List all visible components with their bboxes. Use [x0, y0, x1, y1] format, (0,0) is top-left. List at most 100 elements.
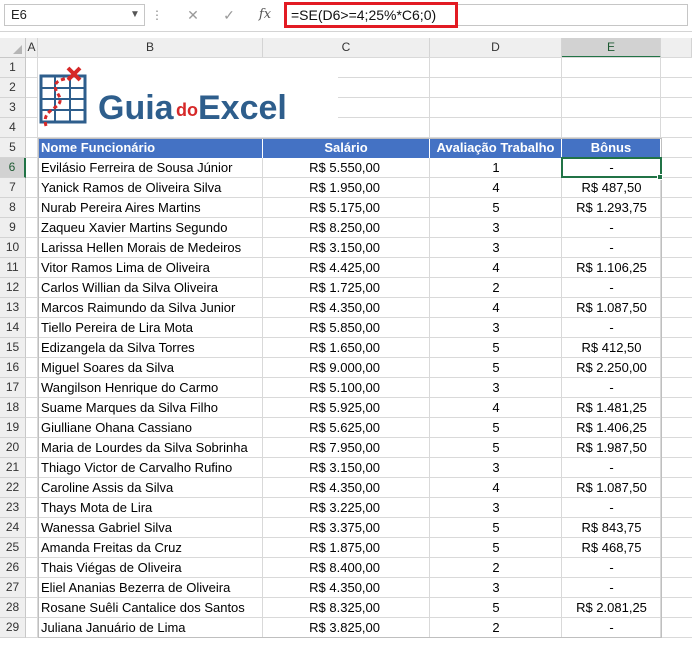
table-cell[interactable]: R$ 4.425,00 — [263, 258, 430, 277]
row-header-18[interactable]: 18 — [0, 398, 26, 418]
selected-cell-e6[interactable] — [561, 157, 662, 178]
table-cell[interactable]: 5 — [430, 518, 562, 537]
row-header-10[interactable]: 10 — [0, 238, 26, 258]
formula-input[interactable]: =SE(D6>=4;25%*C6;0) — [284, 2, 458, 28]
close-icon[interactable]: ✕ — [182, 5, 204, 25]
table-cell[interactable]: Thais Viégas de Oliveira — [38, 558, 263, 577]
column-header-b[interactable]: B — [38, 38, 263, 58]
table-cell[interactable]: Vitor Ramos Lima de Oliveira — [38, 258, 263, 277]
row-header-11[interactable]: 11 — [0, 258, 26, 278]
table-cell[interactable]: R$ 5.175,00 — [263, 198, 430, 217]
table-cell[interactable]: R$ 9.000,00 — [263, 358, 430, 377]
table-cell[interactable]: Evilásio Ferreira de Sousa Júnior — [38, 158, 263, 177]
name-box[interactable]: E6 — [4, 4, 145, 26]
table-cell[interactable]: Amanda Freitas da Cruz — [38, 538, 263, 557]
table-cell[interactable]: - — [562, 278, 661, 297]
table-cell[interactable]: 5 — [430, 598, 562, 617]
table-cell[interactable]: R$ 4.350,00 — [263, 478, 430, 497]
table-cell[interactable]: - — [562, 578, 661, 597]
table-cell[interactable]: Thiago Victor de Carvalho Rufino — [38, 458, 263, 477]
table-cell[interactable]: R$ 1.950,00 — [263, 178, 430, 197]
row-header-29[interactable]: 29 — [0, 618, 26, 638]
table-cell[interactable]: Larissa Hellen Morais de Medeiros — [38, 238, 263, 257]
table-cell[interactable]: R$ 8.400,00 — [263, 558, 430, 577]
row-header-27[interactable]: 27 — [0, 578, 26, 598]
table-cell[interactable]: R$ 8.325,00 — [263, 598, 430, 617]
table-cell[interactable]: R$ 1.481,25 — [562, 398, 661, 417]
table-cell[interactable]: Marcos Raimundo da Silva Junior — [38, 298, 263, 317]
row-header-6[interactable]: 6 — [0, 158, 26, 178]
row-header-22[interactable]: 22 — [0, 478, 26, 498]
table-cell[interactable]: Eliel Ananias Bezerra de Oliveira — [38, 578, 263, 597]
row-header-24[interactable]: 24 — [0, 518, 26, 538]
row-header-23[interactable]: 23 — [0, 498, 26, 518]
table-cell[interactable]: R$ 1.406,25 — [562, 418, 661, 437]
table-cell[interactable]: 5 — [430, 438, 562, 457]
row-header-7[interactable]: 7 — [0, 178, 26, 198]
table-cell[interactable]: - — [562, 318, 661, 337]
row-header-13[interactable]: 13 — [0, 298, 26, 318]
table-cell[interactable]: R$ 1.087,50 — [562, 478, 661, 497]
row-header-15[interactable]: 15 — [0, 338, 26, 358]
table-cell[interactable]: 1 — [430, 158, 562, 177]
table-cell[interactable]: R$ 5.100,00 — [263, 378, 430, 397]
table-cell[interactable]: 4 — [430, 178, 562, 197]
table-cell[interactable]: 5 — [430, 198, 562, 217]
table-cell[interactable]: 3 — [430, 218, 562, 237]
column-header-e[interactable]: E — [562, 38, 661, 58]
table-cell[interactable]: R$ 1.087,50 — [562, 298, 661, 317]
row-header-9[interactable]: 9 — [0, 218, 26, 238]
row-header-21[interactable]: 21 — [0, 458, 26, 478]
row-header-25[interactable]: 25 — [0, 538, 26, 558]
table-cell[interactable]: R$ 1.725,00 — [263, 278, 430, 297]
table-cell[interactable]: R$ 5.625,00 — [263, 418, 430, 437]
table-cell[interactable]: 4 — [430, 398, 562, 417]
table-cell[interactable]: Wangilson Henrique do Carmo — [38, 378, 263, 397]
table-cell[interactable]: R$ 2.250,00 — [562, 358, 661, 377]
table-cell[interactable]: R$ 3.150,00 — [263, 458, 430, 477]
row-header-3[interactable]: 3 — [0, 98, 26, 118]
table-cell[interactable]: R$ 5.850,00 — [263, 318, 430, 337]
column-header-a[interactable]: A — [26, 38, 38, 58]
table-cell[interactable]: R$ 468,75 — [562, 538, 661, 557]
table-cell[interactable]: 5 — [430, 338, 562, 357]
row-header-5[interactable]: 5 — [0, 138, 26, 158]
table-cell[interactable]: 2 — [430, 618, 562, 637]
table-cell[interactable]: Zaqueu Xavier Martins Segundo — [38, 218, 263, 237]
table-cell[interactable]: Nurab Pereira Aires Martins — [38, 198, 263, 217]
check-icon[interactable]: ✓ — [218, 5, 240, 25]
table-cell[interactable]: R$ 7.950,00 — [263, 438, 430, 457]
table-cell[interactable]: R$ 8.250,00 — [263, 218, 430, 237]
row-header-1[interactable]: 1 — [0, 58, 26, 78]
table-cell[interactable]: R$ 4.350,00 — [263, 298, 430, 317]
table-cell[interactable]: 3 — [430, 238, 562, 257]
table-cell[interactable]: 3 — [430, 378, 562, 397]
table-cell[interactable]: 5 — [430, 358, 562, 377]
row-header-4[interactable]: 4 — [0, 118, 26, 138]
column-header-c[interactable]: C — [263, 38, 430, 58]
table-cell[interactable]: Yanick Ramos de Oliveira Silva — [38, 178, 263, 197]
table-cell[interactable]: - — [562, 238, 661, 257]
row-header-20[interactable]: 20 — [0, 438, 26, 458]
table-cell[interactable]: Caroline Assis da Silva — [38, 478, 263, 497]
insert-function-button[interactable]: fx — [254, 5, 276, 25]
table-cell[interactable]: - — [562, 618, 661, 637]
table-cell[interactable]: Juliana Januário de Lima — [38, 618, 263, 637]
table-cell[interactable]: - — [562, 378, 661, 397]
table-cell[interactable]: 4 — [430, 298, 562, 317]
row-header-28[interactable]: 28 — [0, 598, 26, 618]
table-cell[interactable]: R$ 487,50 — [562, 178, 661, 197]
table-cell[interactable]: Rosane Suêli Cantalice dos Santos — [38, 598, 263, 617]
table-cell[interactable]: R$ 5.925,00 — [263, 398, 430, 417]
table-cell[interactable]: 3 — [430, 318, 562, 337]
table-cell[interactable]: R$ 412,50 — [562, 338, 661, 357]
table-cell[interactable]: R$ 2.081,25 — [562, 598, 661, 617]
fill-handle[interactable] — [657, 174, 663, 180]
row-header-16[interactable]: 16 — [0, 358, 26, 378]
table-cell[interactable]: R$ 4.350,00 — [263, 578, 430, 597]
row-header-8[interactable]: 8 — [0, 198, 26, 218]
table-cell[interactable]: 2 — [430, 558, 562, 577]
table-cell[interactable]: R$ 3.375,00 — [263, 518, 430, 537]
table-cell[interactable]: 5 — [430, 418, 562, 437]
table-cell[interactable]: 4 — [430, 258, 562, 277]
